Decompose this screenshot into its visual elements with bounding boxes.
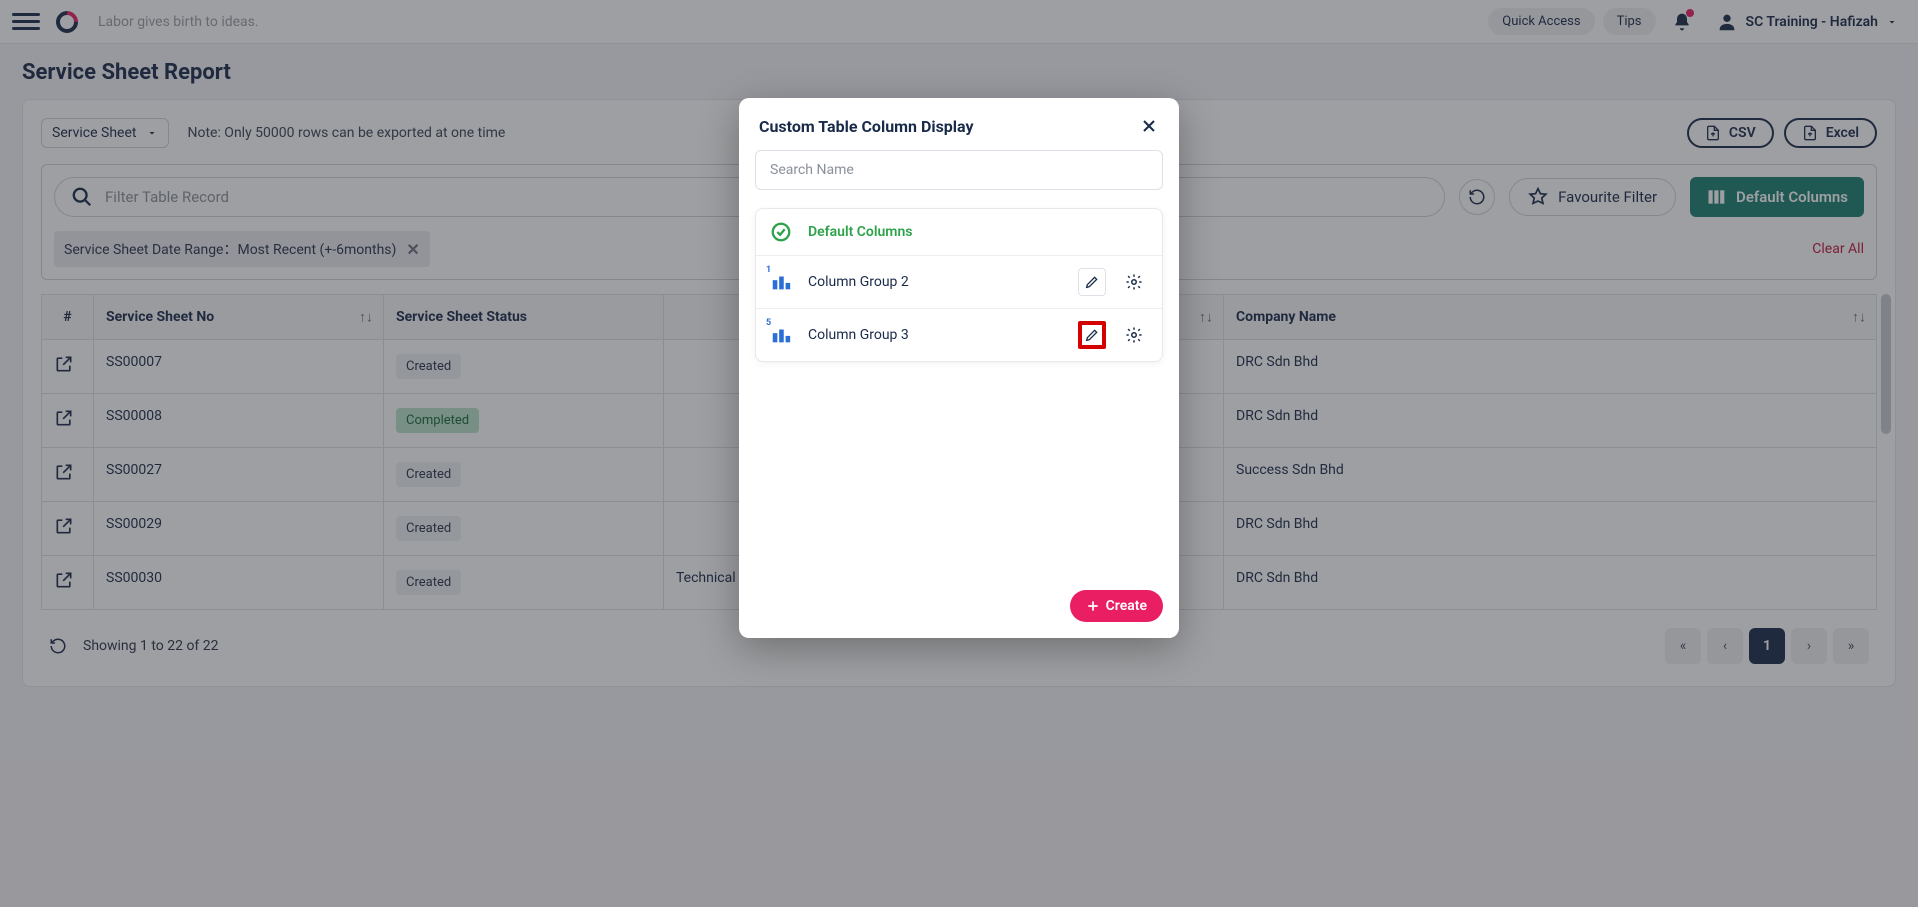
column-group-item[interactable]: 5 Column Group 3 [756, 309, 1162, 361]
column-group-list: Default Columns 1 Column Group 2 5 Column Gr… [755, 208, 1163, 362]
column-display-modal: Custom Table Column Display Default Colu… [739, 98, 1179, 638]
columns-icon [770, 271, 792, 293]
pencil-icon [1084, 274, 1100, 290]
edit-button[interactable] [1078, 321, 1106, 349]
check-circle-icon [770, 221, 792, 243]
modal-overlay[interactable]: Custom Table Column Display Default Colu… [0, 0, 1918, 907]
pencil-icon [1084, 327, 1100, 343]
settings-button[interactable] [1120, 321, 1148, 349]
group-count-badge: 1 [766, 265, 771, 275]
gear-icon [1125, 273, 1143, 291]
group-label: Column Group 3 [808, 327, 1064, 343]
modal-header: Custom Table Column Display [739, 98, 1179, 150]
modal-close-button[interactable] [1139, 116, 1159, 136]
create-button[interactable]: Create [1070, 590, 1163, 622]
settings-button[interactable] [1120, 268, 1148, 296]
plus-icon [1086, 599, 1100, 613]
group-count-badge: 5 [766, 318, 771, 328]
edit-button[interactable] [1078, 268, 1106, 296]
group-label: Column Group 2 [808, 274, 1064, 290]
group-label: Default Columns [808, 224, 1148, 240]
column-group-item[interactable]: 1 Column Group 2 [756, 256, 1162, 309]
modal-title: Custom Table Column Display [759, 117, 1139, 136]
column-group-item[interactable]: Default Columns [756, 209, 1162, 256]
columns-icon [770, 324, 792, 346]
gear-icon [1125, 326, 1143, 344]
modal-body: Default Columns 1 Column Group 2 5 Column Gr… [739, 150, 1179, 638]
modal-search-input[interactable] [755, 150, 1163, 190]
close-icon [1139, 116, 1159, 136]
